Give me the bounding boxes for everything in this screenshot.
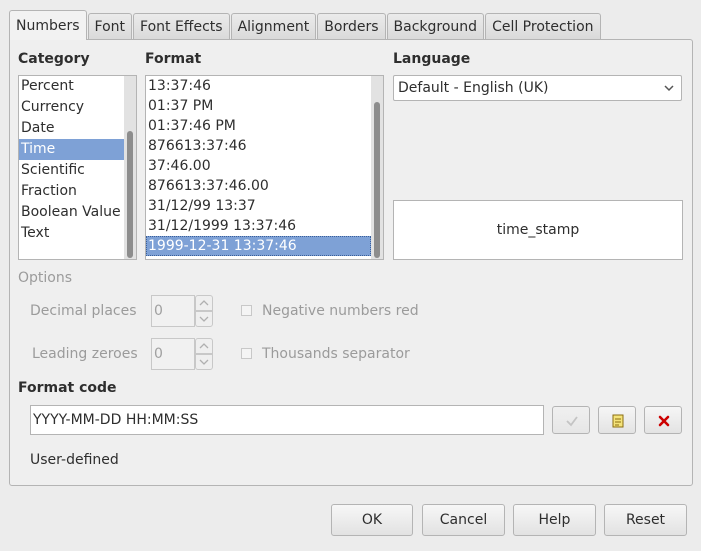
language-heading: Language xyxy=(393,51,471,67)
format-item-selected[interactable]: 1999-12-31 13:37:46 xyxy=(146,236,371,256)
ok-button[interactable]: OK xyxy=(331,504,413,536)
help-button[interactable]: Help xyxy=(513,504,596,536)
category-scrollbar[interactable] xyxy=(124,76,136,259)
format-item[interactable]: 876613:37:46.00 xyxy=(146,176,371,196)
cancel-button[interactable]: Cancel xyxy=(422,504,505,536)
category-item-date[interactable]: Date xyxy=(19,118,124,139)
decimal-places-stepper[interactable]: 0 xyxy=(151,295,213,327)
leading-zeroes-field[interactable]: 0 xyxy=(151,338,195,370)
format-heading: Format xyxy=(145,51,202,67)
format-item[interactable]: 01:37:46 PM xyxy=(146,116,371,136)
accept-button[interactable] xyxy=(552,406,590,434)
decimal-places-label: Decimal places xyxy=(30,303,137,319)
tab-cell-protection[interactable]: Cell Protection xyxy=(485,13,601,40)
category-list[interactable]: Percent Currency Date Time Scientific Fr… xyxy=(18,75,137,260)
category-heading: Category xyxy=(18,51,90,67)
category-item-fraction[interactable]: Fraction xyxy=(19,181,124,202)
language-select[interactable]: Default - English (UK) xyxy=(393,75,682,101)
preview-text: time_stamp xyxy=(496,222,580,238)
chevron-up-icon xyxy=(199,343,209,349)
chevron-down-icon xyxy=(199,359,209,365)
chevron-up-icon xyxy=(199,300,209,306)
thousands-separator-label: Thousands separator xyxy=(262,346,410,362)
delete-icon xyxy=(658,415,670,427)
category-item-text[interactable]: Text xyxy=(19,223,124,244)
increment-button[interactable] xyxy=(195,295,213,311)
chevron-down-icon xyxy=(663,76,675,100)
delete-button[interactable] xyxy=(644,406,682,434)
format-preview: time_stamp xyxy=(393,200,683,260)
reset-button[interactable]: Reset xyxy=(604,504,687,536)
category-item-boolean-value[interactable]: Boolean Value xyxy=(19,202,124,223)
thousands-separator-checkbox[interactable] xyxy=(241,348,252,359)
format-item[interactable]: 01:37 PM xyxy=(146,96,371,116)
decrement-button[interactable] xyxy=(195,354,213,370)
format-list[interactable]: 13:37:46 01:37 PM 01:37:46 PM 876613:37:… xyxy=(145,75,384,260)
category-scrollbar-thumb[interactable] xyxy=(127,131,133,258)
negative-red-label: Negative numbers red xyxy=(262,303,419,319)
leading-zeroes-stepper[interactable]: 0 xyxy=(151,338,213,370)
format-item[interactable]: 876613:37:46 xyxy=(146,136,371,156)
format-scrollbar[interactable] xyxy=(371,76,383,259)
decrement-button[interactable] xyxy=(195,311,213,327)
category-item-scientific[interactable]: Scientific xyxy=(19,160,124,181)
format-code-heading: Format code xyxy=(18,380,117,396)
format-code-input[interactable]: YYYY-MM-DD HH:MM:SS xyxy=(30,405,544,435)
format-item[interactable]: 31/12/99 13:37 xyxy=(146,196,371,216)
negative-red-checkbox[interactable] xyxy=(241,305,252,316)
tab-numbers[interactable]: Numbers xyxy=(9,10,87,40)
options-heading: Options xyxy=(18,270,73,286)
format-item[interactable]: 13:37:46 xyxy=(146,76,371,96)
chevron-down-icon xyxy=(199,316,209,322)
language-select-value: Default - English (UK) xyxy=(398,80,549,96)
tab-bar: Numbers Font Font Effects Alignment Bord… xyxy=(9,10,602,40)
format-item[interactable]: 31/12/1999 13:37:46 xyxy=(146,216,371,236)
checkmark-icon xyxy=(566,416,578,427)
increment-button[interactable] xyxy=(195,338,213,354)
category-item-percent[interactable]: Percent xyxy=(19,76,124,97)
tab-font-effects[interactable]: Font Effects xyxy=(133,13,230,40)
format-item[interactable]: 37:46.00 xyxy=(146,156,371,176)
tab-borders[interactable]: Borders xyxy=(317,13,386,40)
category-item-currency[interactable]: Currency xyxy=(19,97,124,118)
category-item-time[interactable]: Time xyxy=(19,139,124,160)
add-comment-button[interactable] xyxy=(598,406,636,434)
tab-alignment[interactable]: Alignment xyxy=(230,13,317,40)
tab-background[interactable]: Background xyxy=(386,13,485,40)
format-scrollbar-thumb[interactable] xyxy=(374,102,380,258)
note-icon xyxy=(612,414,624,428)
format-status-text: User-defined xyxy=(30,452,119,468)
leading-zeroes-label: Leading zeroes xyxy=(32,346,138,362)
decimal-places-field[interactable]: 0 xyxy=(151,295,195,327)
tab-font[interactable]: Font xyxy=(87,13,133,40)
